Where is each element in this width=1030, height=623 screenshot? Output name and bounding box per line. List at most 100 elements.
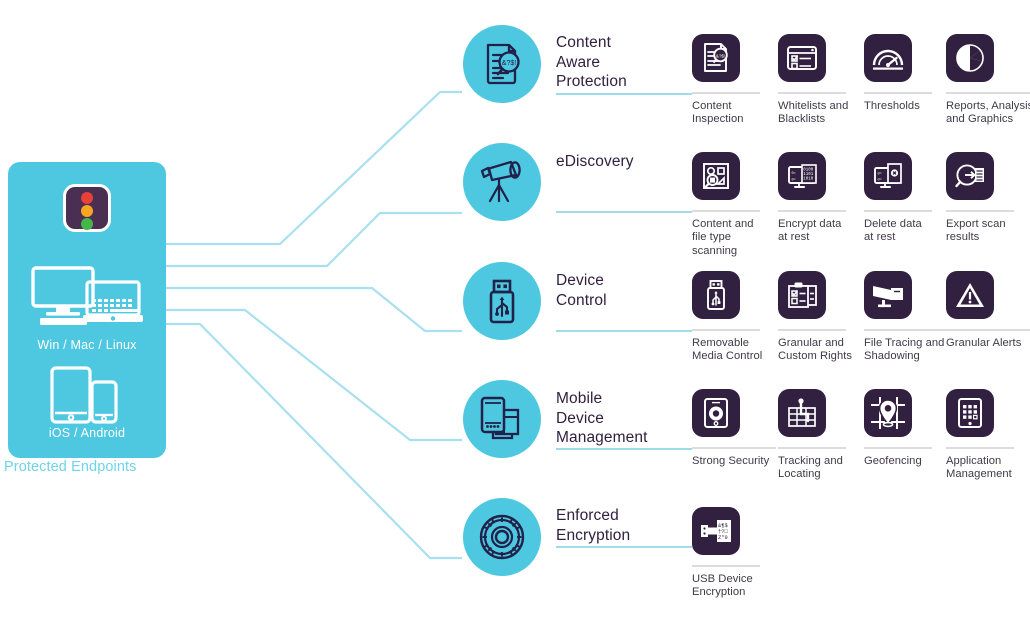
document-magnifier-icon: &?$! [486, 43, 520, 85]
feature-label: Delete data at rest [864, 217, 922, 244]
row-title-enforced-encryption: Enforced Encryption [556, 507, 631, 544]
traffic-light-green-dot [81, 218, 93, 230]
granular-alerts-warning-icon [946, 271, 994, 319]
file-type-scan-icon [692, 152, 740, 200]
feature-content-file-type-scanning[interactable]: Content and file type scanning [692, 152, 770, 258]
removable-media-icon [692, 271, 740, 319]
feature-label: Content and file type scanning [692, 217, 754, 257]
feature-divider [946, 329, 1030, 331]
feature-file-tracing-shadowing[interactable]: File Tracing and Shadowing [864, 271, 956, 364]
export-scan-results-icon [946, 152, 994, 200]
feature-label: Application Management [946, 454, 1012, 481]
feature-label: Granular Alerts [946, 336, 1022, 349]
hub-icon-device-control[interactable] [463, 262, 541, 340]
whitelists-blacklists-icon [778, 34, 826, 82]
feature-label: Removable Media Control [692, 336, 763, 363]
endpoint-group-label-desktop: Win / Mac / Linux [37, 338, 137, 352]
feature-granular-custom-rights[interactable]: Granular and Custom Rights [778, 271, 856, 364]
strong-security-icon [692, 389, 740, 437]
row-rule-content-aware-protection [556, 93, 692, 95]
traffic-light-icon [63, 184, 111, 232]
traffic-light-amber-dot [81, 205, 93, 217]
feature-divider [692, 92, 760, 94]
svg-text:0=: 0= [792, 179, 796, 183]
svg-text:0100: 0100 [803, 168, 814, 172]
desktop-laptop-icon [31, 266, 143, 325]
hub-icon-ediscovery[interactable] [463, 143, 541, 221]
row-rule-mobile-device-management [556, 448, 692, 450]
row-rule-device-control [556, 330, 692, 332]
svg-text:1010: 1010 [803, 178, 814, 182]
telescope-icon [480, 160, 521, 203]
row-title-content-aware-protection: Content Aware Protection [556, 34, 627, 90]
feature-label: Whitelists and Blacklists [778, 99, 849, 126]
svg-text:&?$!: &?$! [502, 60, 516, 67]
feature-strong-security[interactable]: Strong Security [692, 389, 784, 468]
protected-endpoints-panel: Win / Mac / Linux iOS / Android [8, 162, 166, 458]
feature-divider [864, 210, 932, 212]
traffic-light-red-dot [81, 192, 93, 204]
feature-divider [692, 329, 760, 331]
svg-text:&?$!: &?$! [716, 53, 725, 58]
feature-encrypt-data-at-rest[interactable]: 0100 1101 1010 0= 0= Encrypt data at rest [778, 152, 856, 245]
usb-device-encryption-icon: &¶$ †?□ Z*9 [692, 507, 740, 555]
feature-delete-data-at-rest[interactable]: 0= 0= Delete data at rest [864, 152, 942, 245]
feature-content-inspection[interactable]: &?$! Content Inspection [692, 34, 770, 127]
feature-divider [692, 210, 760, 212]
row-title-mobile-device-management: Mobile Device Management [556, 390, 648, 446]
custom-rights-icon [778, 271, 826, 319]
feature-divider [946, 447, 1014, 449]
feature-divider [864, 447, 932, 449]
svg-text:0=: 0= [878, 173, 882, 177]
feature-label: Export scan results [946, 217, 1006, 244]
encrypt-data-at-rest-icon: 0100 1101 1010 0= 0= [778, 152, 826, 200]
tablet-phone-icon [50, 366, 118, 424]
feature-label: Encrypt data at rest [778, 217, 842, 244]
svg-text:1101: 1101 [803, 173, 814, 177]
row-title-ediscovery: eDiscovery [556, 153, 634, 170]
diagram-canvas: Win / Mac / Linux iOS / Android Protecte… [0, 0, 1030, 623]
combination-lock-icon [479, 514, 525, 560]
hub-icon-mobile-device-management[interactable] [463, 380, 541, 458]
feature-divider [778, 92, 846, 94]
feature-tracking-locating[interactable]: Tracking and Locating [778, 389, 856, 482]
feature-usb-device-encryption[interactable]: &¶$ †?□ Z*9 USB Device Encryption [692, 507, 770, 600]
feature-divider [778, 329, 846, 331]
feature-label: USB Device Encryption [692, 572, 753, 599]
usb-drive-icon [489, 279, 515, 324]
endpoint-group-label-mobile: iOS / Android [48, 426, 126, 440]
feature-divider [864, 92, 932, 94]
thresholds-gauge-icon [864, 34, 912, 82]
feature-label: File Tracing and Shadowing [864, 336, 945, 363]
application-management-icon [946, 389, 994, 437]
svg-text:Z*9: Z*9 [718, 535, 728, 541]
phone-tablet-icon [480, 396, 520, 440]
feature-label: Granular and Custom Rights [778, 336, 853, 363]
geofencing-pin-icon [864, 389, 912, 437]
feature-label: Tracking and Locating [778, 454, 843, 481]
row-title-device-control: Device Control [556, 272, 607, 309]
hub-icon-content-aware-protection[interactable]: &?$! [463, 25, 541, 103]
hub-icon-enforced-encryption[interactable] [463, 498, 541, 576]
file-tracing-camera-icon [864, 271, 912, 319]
feature-divider [946, 210, 1014, 212]
protected-endpoints-caption: Protected Endpoints [4, 459, 137, 475]
feature-geofencing[interactable]: Geofencing [864, 389, 942, 468]
delete-data-at-rest-icon: 0= 0= [864, 152, 912, 200]
content-inspection-icon: &?$! [692, 34, 740, 82]
feature-divider [778, 210, 846, 212]
svg-text:0=: 0= [878, 179, 882, 183]
feature-granular-alerts[interactable]: Granular Alerts [946, 271, 1030, 350]
feature-export-scan-results[interactable]: Export scan results [946, 152, 1024, 245]
feature-application-management[interactable]: Application Management [946, 389, 1024, 482]
row-rule-enforced-encryption [556, 546, 692, 548]
feature-label: Content Inspection [692, 99, 744, 126]
feature-divider [864, 329, 948, 331]
feature-divider [946, 92, 1030, 94]
feature-reports-analysis[interactable]: Reports, Analysis and Graphics [946, 34, 1030, 127]
feature-thresholds[interactable]: Thresholds [864, 34, 942, 113]
feature-divider [692, 447, 776, 449]
feature-label: Thresholds [864, 99, 920, 112]
feature-whitelists-blacklists[interactable]: Whitelists and Blacklists [778, 34, 856, 127]
feature-removable-media-control[interactable]: Removable Media Control [692, 271, 770, 364]
